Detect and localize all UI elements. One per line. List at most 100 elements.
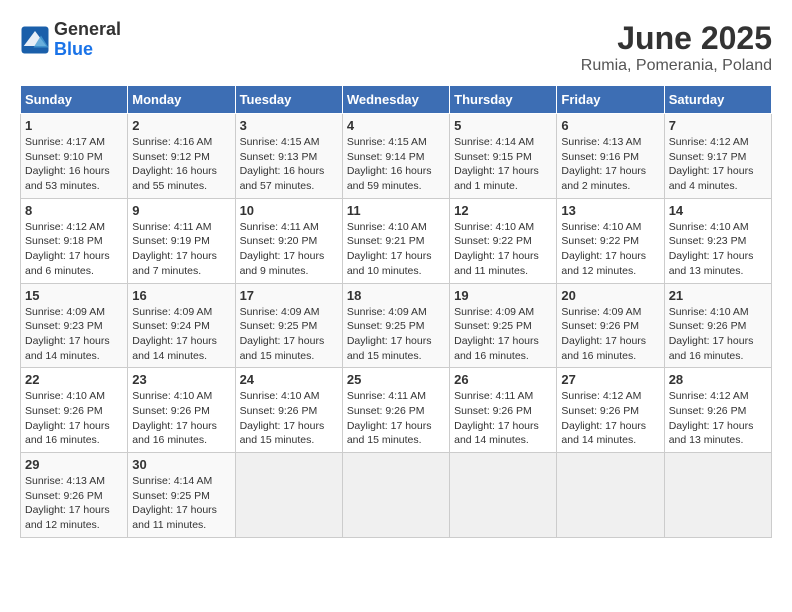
calendar-cell: 26 Sunrise: 4:11 AM Sunset: 9:26 PM Dayli…: [450, 368, 557, 453]
calendar-cell: 17 Sunrise: 4:09 AM Sunset: 9:25 PM Dayli…: [235, 283, 342, 368]
day-info: Sunrise: 4:12 AM Sunset: 9:26 PM Dayligh…: [561, 389, 659, 448]
calendar-cell: [450, 453, 557, 538]
calendar-cell: 27 Sunrise: 4:12 AM Sunset: 9:26 PM Dayli…: [557, 368, 664, 453]
day-number: 28: [669, 372, 767, 387]
day-number: 23: [132, 372, 230, 387]
calendar-cell: 20 Sunrise: 4:09 AM Sunset: 9:26 PM Dayli…: [557, 283, 664, 368]
calendar-cell: 12 Sunrise: 4:10 AM Sunset: 9:22 PM Dayli…: [450, 198, 557, 283]
day-number: 6: [561, 118, 659, 133]
calendar-cell: 21Sunrise: 4:10 AM Sunset: 9:26 PM Dayli…: [664, 283, 771, 368]
day-info: Sunrise: 4:14 AM Sunset: 9:25 PM Dayligh…: [132, 474, 230, 533]
calendar-cell: 10 Sunrise: 4:11 AM Sunset: 9:20 PM Dayli…: [235, 198, 342, 283]
day-number: 9: [132, 203, 230, 218]
day-info: Sunrise: 4:10 AM Sunset: 9:22 PM Dayligh…: [454, 220, 552, 279]
day-number: 27: [561, 372, 659, 387]
calendar-cell: 4 Sunrise: 4:15 AM Sunset: 9:14 PM Daylig…: [342, 114, 449, 199]
day-number: 30: [132, 457, 230, 472]
day-info: Sunrise: 4:13 AM Sunset: 9:16 PM Dayligh…: [561, 135, 659, 194]
day-number: 15: [25, 288, 123, 303]
calendar-cell: 5Sunrise: 4:14 AM Sunset: 9:15 PM Daylig…: [450, 114, 557, 199]
calendar-cell: 1 Sunrise: 4:17 AM Sunset: 9:10 PM Daylig…: [21, 114, 128, 199]
calendar-week-4: 22 Sunrise: 4:10 AM Sunset: 9:26 PM Dayli…: [21, 368, 772, 453]
day-number: 16: [132, 288, 230, 303]
calendar-cell: [557, 453, 664, 538]
calendar-title: June 2025: [581, 20, 772, 57]
calendar-week-5: 29Sunrise: 4:13 AM Sunset: 9:26 PM Dayli…: [21, 453, 772, 538]
day-info: Sunrise: 4:11 AM Sunset: 9:26 PM Dayligh…: [454, 389, 552, 448]
day-number: 1: [25, 118, 123, 133]
day-info: Sunrise: 4:14 AM Sunset: 9:15 PM Dayligh…: [454, 135, 552, 194]
calendar-cell: 16 Sunrise: 4:09 AM Sunset: 9:24 PM Dayli…: [128, 283, 235, 368]
day-number: 11: [347, 203, 445, 218]
page-header: General Blue June 2025 Rumia, Pomerania,…: [20, 20, 772, 75]
day-info: Sunrise: 4:12 AM Sunset: 9:17 PM Dayligh…: [669, 135, 767, 194]
day-info: Sunrise: 4:17 AM Sunset: 9:10 PM Dayligh…: [25, 135, 123, 194]
day-number: 17: [240, 288, 338, 303]
column-header-sunday: Sunday: [21, 86, 128, 114]
day-number: 7: [669, 118, 767, 133]
calendar-cell: 22Sunrise: 4:10 AM Sunset: 9:26 PM Dayli…: [21, 368, 128, 453]
calendar-cell: 13 Sunrise: 4:10 AM Sunset: 9:22 PM Dayli…: [557, 198, 664, 283]
day-info: Sunrise: 4:09 AM Sunset: 9:25 PM Dayligh…: [240, 305, 338, 364]
calendar-cell: 18Sunrise: 4:09 AM Sunset: 9:25 PM Dayli…: [342, 283, 449, 368]
day-number: 25: [347, 372, 445, 387]
column-header-wednesday: Wednesday: [342, 86, 449, 114]
calendar-cell: [664, 453, 771, 538]
day-number: 2: [132, 118, 230, 133]
logo: General Blue: [20, 20, 121, 60]
day-info: Sunrise: 4:15 AM Sunset: 9:14 PM Dayligh…: [347, 135, 445, 194]
day-number: 26: [454, 372, 552, 387]
day-number: 14: [669, 203, 767, 218]
day-number: 12: [454, 203, 552, 218]
day-info: Sunrise: 4:09 AM Sunset: 9:25 PM Dayligh…: [454, 305, 552, 364]
calendar-body: 1 Sunrise: 4:17 AM Sunset: 9:10 PM Daylig…: [21, 114, 772, 538]
calendar-week-3: 15 Sunrise: 4:09 AM Sunset: 9:23 PM Dayli…: [21, 283, 772, 368]
calendar-cell: 11Sunrise: 4:10 AM Sunset: 9:21 PM Dayli…: [342, 198, 449, 283]
day-info: Sunrise: 4:10 AM Sunset: 9:23 PM Dayligh…: [669, 220, 767, 279]
calendar-header: SundayMondayTuesdayWednesdayThursdayFrid…: [21, 86, 772, 114]
calendar-cell: 25 Sunrise: 4:11 AM Sunset: 9:26 PM Dayli…: [342, 368, 449, 453]
calendar-cell: 2 Sunrise: 4:16 AM Sunset: 9:12 PM Daylig…: [128, 114, 235, 199]
column-header-monday: Monday: [128, 86, 235, 114]
calendar-cell: [235, 453, 342, 538]
column-header-thursday: Thursday: [450, 86, 557, 114]
calendar-week-1: 1 Sunrise: 4:17 AM Sunset: 9:10 PM Daylig…: [21, 114, 772, 199]
title-block: June 2025 Rumia, Pomerania, Poland: [581, 20, 772, 75]
calendar-cell: 23 Sunrise: 4:10 AM Sunset: 9:26 PM Dayli…: [128, 368, 235, 453]
day-number: 21: [669, 288, 767, 303]
calendar-cell: 9 Sunrise: 4:11 AM Sunset: 9:19 PM Daylig…: [128, 198, 235, 283]
day-info: Sunrise: 4:10 AM Sunset: 9:26 PM Dayligh…: [240, 389, 338, 448]
day-info: Sunrise: 4:09 AM Sunset: 9:23 PM Dayligh…: [25, 305, 123, 364]
day-info: Sunrise: 4:15 AM Sunset: 9:13 PM Dayligh…: [240, 135, 338, 194]
day-number: 3: [240, 118, 338, 133]
day-number: 4: [347, 118, 445, 133]
day-info: Sunrise: 4:11 AM Sunset: 9:26 PM Dayligh…: [347, 389, 445, 448]
day-number: 19: [454, 288, 552, 303]
calendar-cell: 3 Sunrise: 4:15 AM Sunset: 9:13 PM Daylig…: [235, 114, 342, 199]
day-info: Sunrise: 4:11 AM Sunset: 9:19 PM Dayligh…: [132, 220, 230, 279]
day-info: Sunrise: 4:10 AM Sunset: 9:22 PM Dayligh…: [561, 220, 659, 279]
day-info: Sunrise: 4:10 AM Sunset: 9:26 PM Dayligh…: [132, 389, 230, 448]
day-number: 22: [25, 372, 123, 387]
day-info: Sunrise: 4:09 AM Sunset: 9:24 PM Dayligh…: [132, 305, 230, 364]
day-number: 20: [561, 288, 659, 303]
day-number: 24: [240, 372, 338, 387]
day-info: Sunrise: 4:16 AM Sunset: 9:12 PM Dayligh…: [132, 135, 230, 194]
calendar-cell: 29Sunrise: 4:13 AM Sunset: 9:26 PM Dayli…: [21, 453, 128, 538]
calendar-cell: 7 Sunrise: 4:12 AM Sunset: 9:17 PM Daylig…: [664, 114, 771, 199]
logo-icon: [20, 25, 50, 55]
day-number: 8: [25, 203, 123, 218]
column-header-saturday: Saturday: [664, 86, 771, 114]
day-info: Sunrise: 4:11 AM Sunset: 9:20 PM Dayligh…: [240, 220, 338, 279]
calendar-cell: 30 Sunrise: 4:14 AM Sunset: 9:25 PM Dayli…: [128, 453, 235, 538]
column-header-friday: Friday: [557, 86, 664, 114]
day-number: 10: [240, 203, 338, 218]
day-number: 13: [561, 203, 659, 218]
day-info: Sunrise: 4:09 AM Sunset: 9:26 PM Dayligh…: [561, 305, 659, 364]
day-info: Sunrise: 4:09 AM Sunset: 9:25 PM Dayligh…: [347, 305, 445, 364]
logo-blue-text: Blue: [54, 40, 121, 60]
calendar-cell: 24 Sunrise: 4:10 AM Sunset: 9:26 PM Dayli…: [235, 368, 342, 453]
logo-text: General Blue: [54, 20, 121, 60]
calendar-subtitle: Rumia, Pomerania, Poland: [581, 57, 772, 75]
calendar-cell: 14 Sunrise: 4:10 AM Sunset: 9:23 PM Dayli…: [664, 198, 771, 283]
